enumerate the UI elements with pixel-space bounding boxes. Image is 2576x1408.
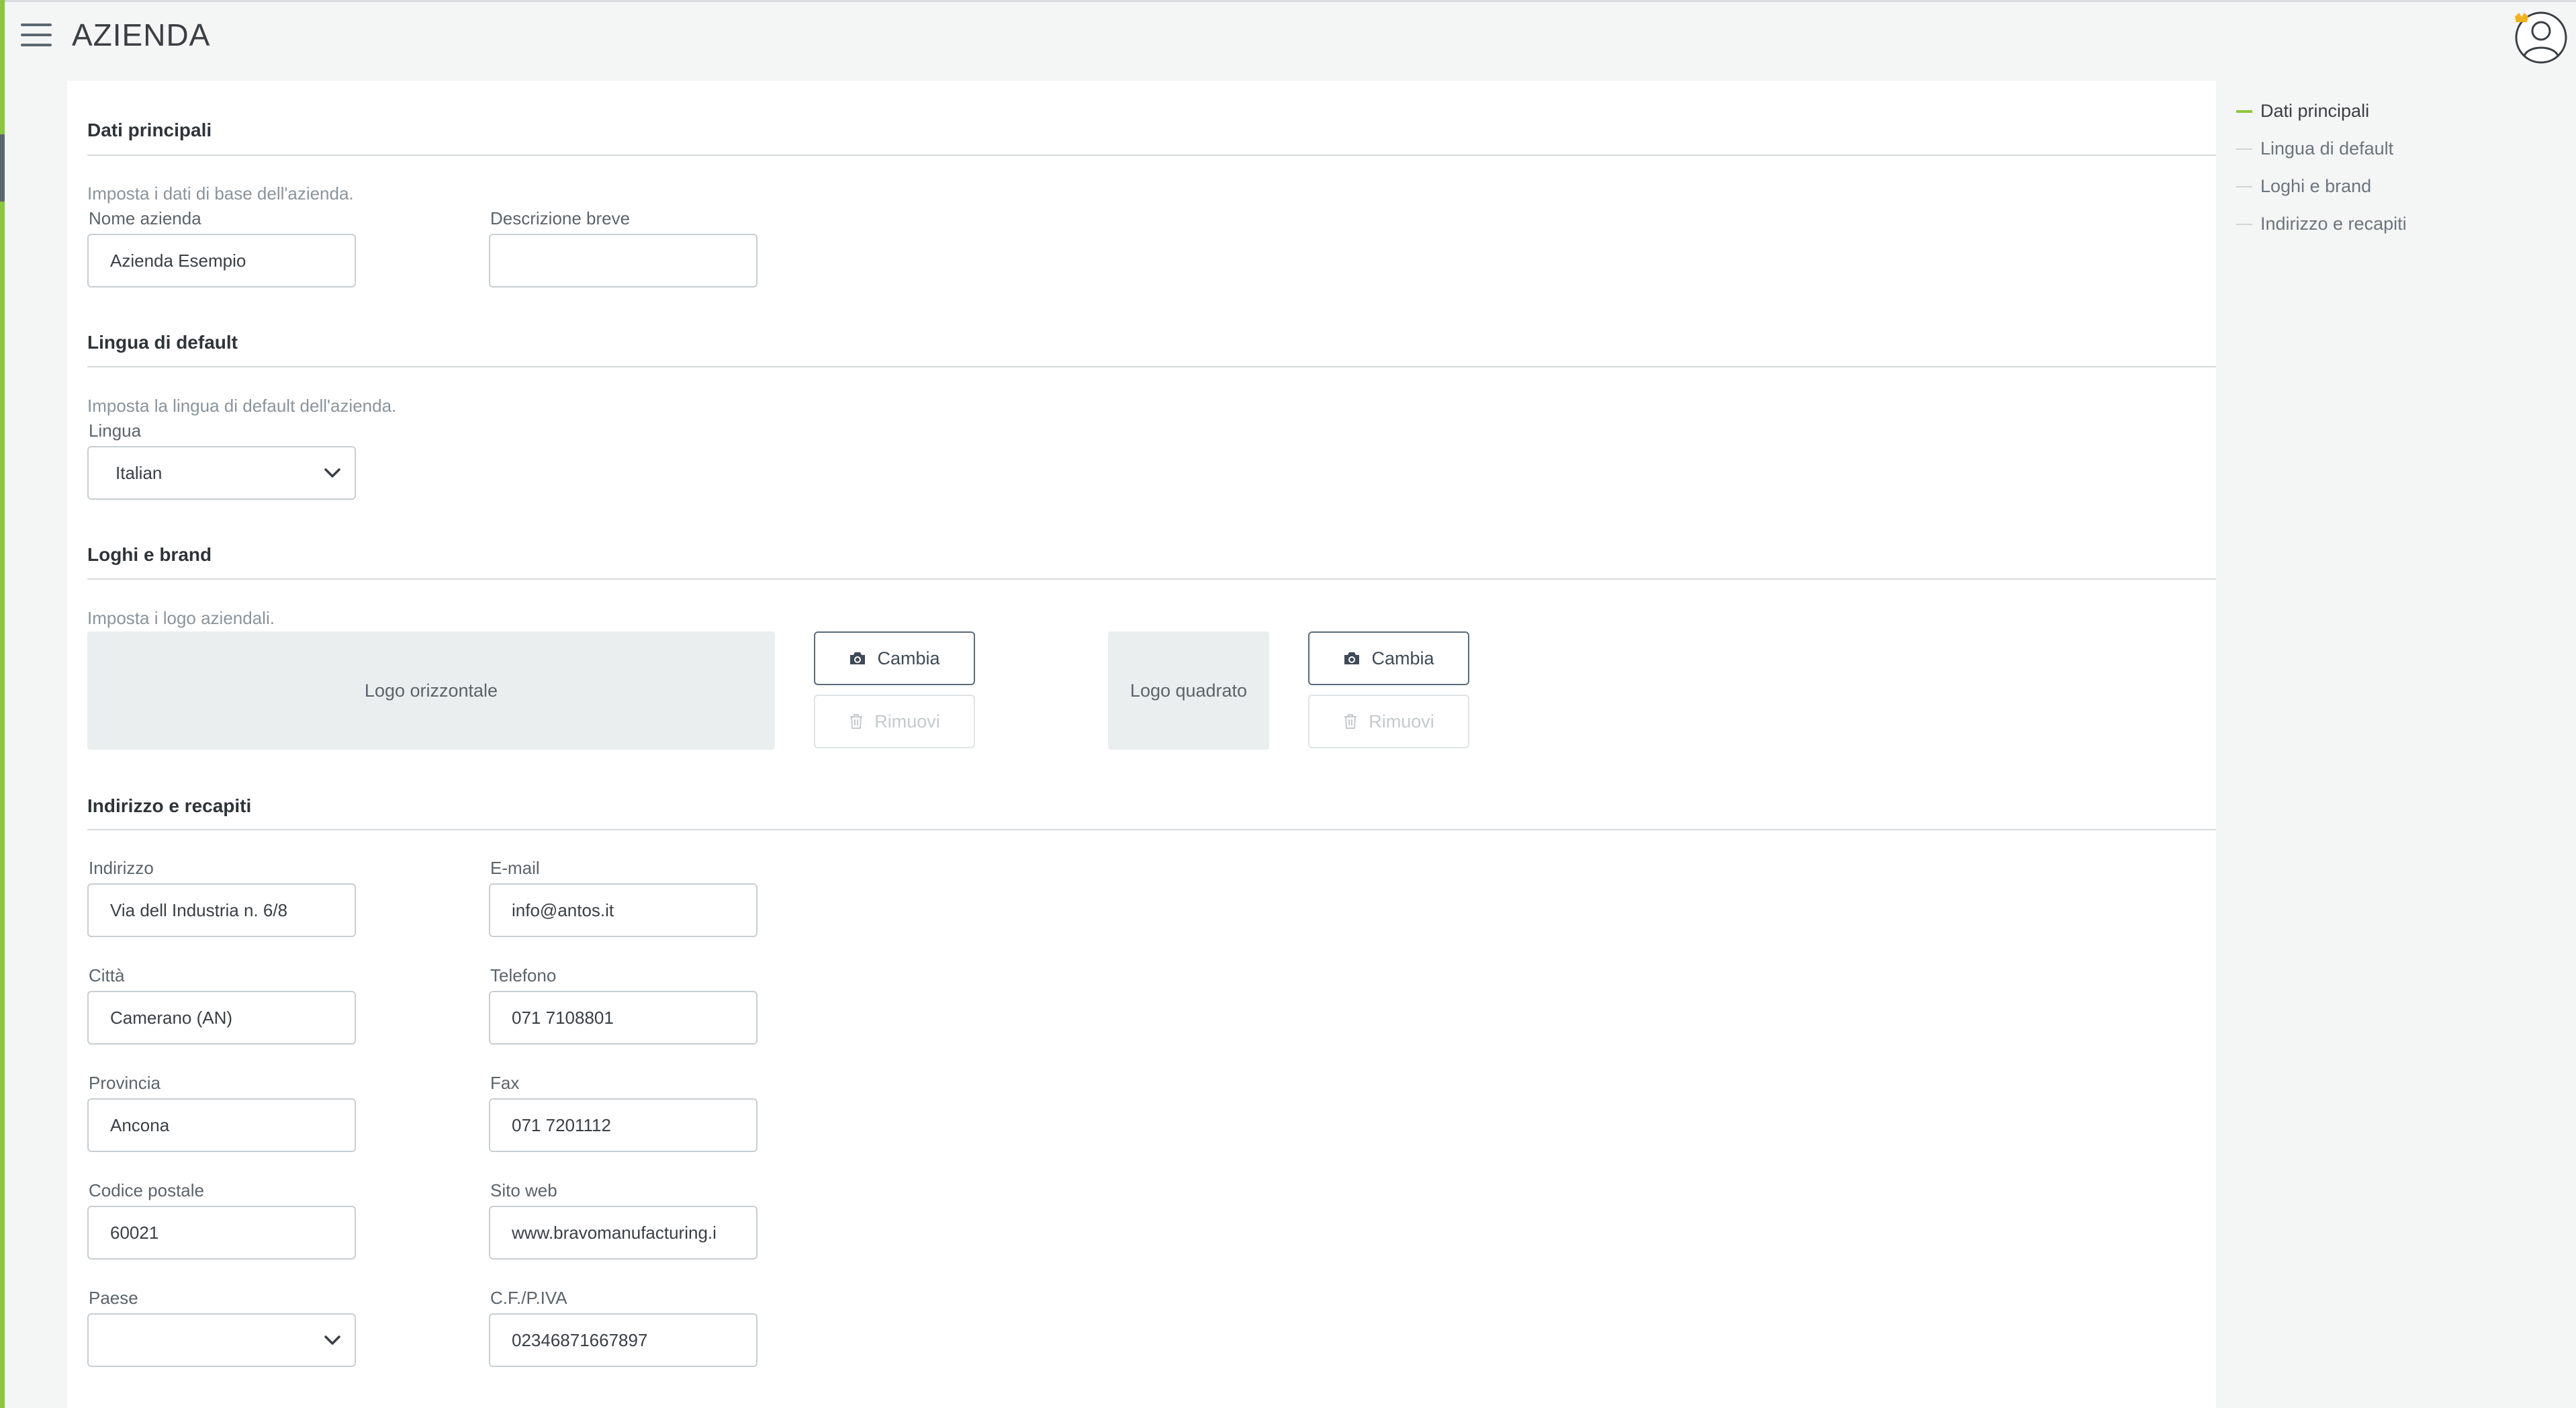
section-divider bbox=[87, 578, 2216, 580]
left-accent-bar bbox=[0, 0, 5, 1408]
horizontal-logo-placeholder: Logo orizzontale bbox=[87, 631, 775, 750]
fax-input[interactable]: 071 7201112 bbox=[489, 1098, 757, 1152]
camera-icon bbox=[850, 652, 866, 664]
email-label: E-mail bbox=[490, 858, 540, 878]
square-logo-label: Logo quadrato bbox=[1130, 680, 1248, 701]
section-description-language: Imposta la lingua di default dell'aziend… bbox=[87, 396, 397, 416]
toc-item-loghi[interactable]: Loghi e brand bbox=[2236, 176, 2371, 197]
website-input[interactable]: www.bravomanufacturing.i bbox=[489, 1206, 757, 1260]
address-input[interactable]: Via dell Industria n. 6/8 bbox=[87, 883, 356, 937]
country-label: Paese bbox=[89, 1288, 138, 1308]
language-select-value: Italian bbox=[116, 462, 163, 483]
section-divider bbox=[87, 155, 2216, 156]
postal-code-label: Codice postale bbox=[89, 1180, 204, 1200]
country-select[interactable] bbox=[87, 1313, 356, 1367]
phone-label: Telefono bbox=[490, 965, 557, 985]
toc-item-dati-principali[interactable]: Dati principali bbox=[2236, 101, 2369, 122]
toc-marker bbox=[2236, 185, 2252, 187]
section-title-logos: Loghi e brand bbox=[87, 544, 212, 565]
toc-item-label: Loghi e brand bbox=[2260, 176, 2372, 196]
change-horizontal-logo-button[interactable]: Cambia bbox=[814, 631, 975, 685]
top-bar: AZIENDA bbox=[5, 0, 2576, 81]
section-title-language: Lingua di default bbox=[87, 332, 238, 353]
section-description-main: Imposta i dati di base dell'azienda. bbox=[87, 183, 354, 204]
square-logo-placeholder: Logo quadrato bbox=[1108, 631, 1269, 750]
chevron-down-icon bbox=[324, 1335, 340, 1345]
toc-item-lingua[interactable]: Lingua di default bbox=[2236, 138, 2393, 159]
camera-icon bbox=[1344, 652, 1360, 664]
toc-marker bbox=[2236, 148, 2252, 150]
page-title: AZIENDA bbox=[72, 17, 211, 52]
section-divider bbox=[87, 829, 2216, 830]
fax-label: Fax bbox=[490, 1073, 520, 1093]
remove-square-logo-button[interactable]: Rimuovi bbox=[1308, 695, 1469, 748]
chevron-down-icon bbox=[324, 468, 340, 478]
remove-button-label: Rimuovi bbox=[874, 711, 940, 732]
company-name-label: Nome azienda bbox=[89, 208, 201, 228]
section-divider bbox=[87, 366, 2216, 367]
city-label: Città bbox=[89, 965, 125, 985]
change-button-label: Cambia bbox=[1371, 648, 1434, 668]
province-label: Provincia bbox=[89, 1073, 160, 1093]
province-input[interactable]: Ancona bbox=[87, 1098, 356, 1152]
section-title-address: Indirizzo e recapiti bbox=[87, 795, 252, 816]
change-square-logo-button[interactable]: Cambia bbox=[1308, 631, 1469, 685]
city-input[interactable]: Camerano (AN) bbox=[87, 991, 356, 1045]
address-label: Indirizzo bbox=[89, 858, 154, 878]
company-name-input[interactable]: Azienda Esempio bbox=[87, 234, 356, 288]
toc-marker bbox=[2236, 223, 2252, 225]
trash-icon bbox=[1344, 714, 1357, 729]
user-avatar-icon[interactable] bbox=[2514, 10, 2569, 65]
language-label: Lingua bbox=[89, 421, 142, 441]
language-select[interactable]: Italian bbox=[87, 446, 356, 500]
toc-item-label: Dati principali bbox=[2260, 101, 2370, 121]
change-button-label: Cambia bbox=[877, 648, 940, 668]
section-description-logos: Imposta i logo aziendali. bbox=[87, 608, 275, 628]
email-input[interactable]: info@antos.it bbox=[489, 883, 757, 937]
short-description-input[interactable] bbox=[489, 234, 757, 288]
short-description-label: Descrizione breve bbox=[490, 208, 631, 228]
toc-item-indirizzo[interactable]: Indirizzo e recapiti bbox=[2236, 214, 2407, 234]
section-title-main: Dati principali bbox=[87, 120, 212, 140]
tax-code-label: C.F./P.IVA bbox=[490, 1288, 567, 1308]
horizontal-logo-label: Logo orizzontale bbox=[364, 680, 498, 701]
postal-code-input[interactable]: 60021 bbox=[87, 1206, 356, 1260]
remove-horizontal-logo-button[interactable]: Rimuovi bbox=[814, 695, 975, 748]
remove-button-label: Rimuovi bbox=[1369, 711, 1434, 732]
toc-marker bbox=[2236, 109, 2252, 113]
website-label: Sito web bbox=[490, 1180, 557, 1200]
hamburger-icon[interactable] bbox=[21, 24, 52, 48]
left-accent-marker bbox=[0, 134, 5, 202]
tax-code-input[interactable]: 02346871667897 bbox=[489, 1313, 757, 1367]
phone-input[interactable]: 071 7108801 bbox=[489, 991, 757, 1045]
toc-item-label: Lingua di default bbox=[2260, 138, 2394, 159]
trash-icon bbox=[850, 714, 863, 729]
toc-item-label: Indirizzo e recapiti bbox=[2260, 214, 2407, 234]
